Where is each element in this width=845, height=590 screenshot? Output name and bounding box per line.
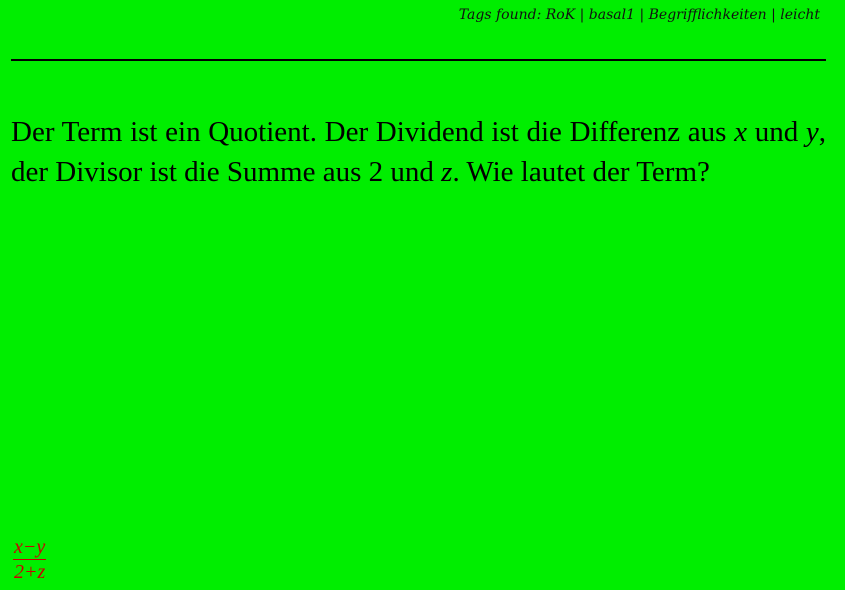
answer-numerator: x−y: [13, 536, 47, 560]
variable-z: z: [441, 156, 453, 188]
answer-fraction: x−y 2+z: [13, 536, 47, 583]
question-part-2: und: [747, 116, 806, 148]
variable-x: x: [734, 116, 748, 148]
header-divider: [11, 59, 826, 61]
tags-line: Tags found: RoK | basal1 | Begrifflichke…: [458, 7, 820, 23]
question-text: Der Term ist ein Quotient. Der Dividend …: [11, 112, 826, 192]
answer-denominator: 2+z: [13, 561, 46, 583]
question-part-4: . Wie lautet der Term?: [452, 156, 710, 188]
variable-y: y: [805, 116, 819, 148]
question-part-1: Der Term ist ein Quotient. Der Dividend …: [11, 116, 735, 148]
